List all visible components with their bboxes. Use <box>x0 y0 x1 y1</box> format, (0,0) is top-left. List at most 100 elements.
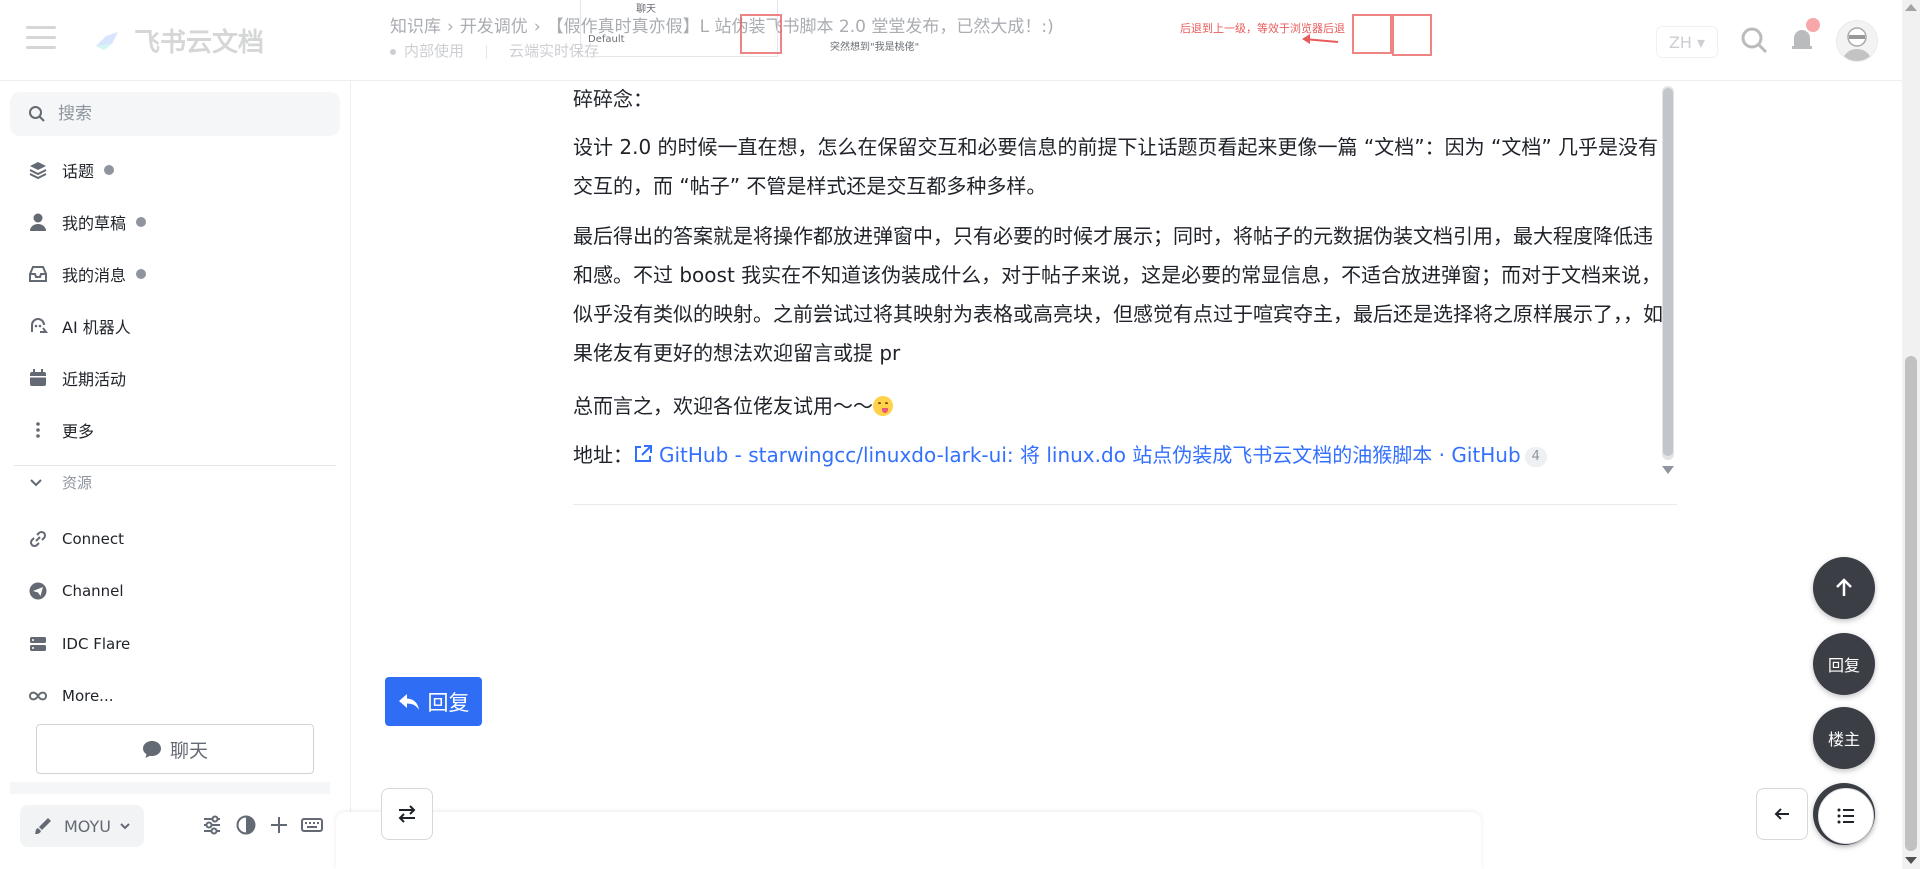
link-click-count: 4 <box>1524 447 1547 467</box>
post-scroll-down-icon[interactable] <box>1662 466 1674 474</box>
fab-op-label: 楼主 <box>1827 730 1860 749</box>
scroll-top-button[interactable] <box>1813 557 1875 619</box>
sidebar-item-topics[interactable]: 话题 <box>0 146 340 194</box>
sidebar-divider <box>14 465 336 466</box>
github-link[interactable]: GitHub - starwingcc/linuxdo-lark-ui: 将 l… <box>633 443 1521 467</box>
robot-icon <box>31 318 48 333</box>
link-icon <box>29 530 47 548</box>
back-button[interactable] <box>1756 788 1808 840</box>
post-scrollbar-thumb[interactable] <box>1663 88 1673 456</box>
scroll-up-icon[interactable] <box>1905 4 1917 11</box>
sidebar: 话题 我的草稿 我的消息 AI 机器人 近期活动 更多 资源 Connect C… <box>0 80 351 869</box>
search-box[interactable] <box>10 92 340 136</box>
sidebar-item-recent-activity[interactable]: 近期活动 <box>0 354 340 402</box>
chat-bubble-icon <box>142 741 161 758</box>
unread-dot <box>136 217 147 227</box>
keyboard-icon[interactable] <box>301 814 323 836</box>
post-paragraph: 碎碎念： <box>573 87 653 111</box>
chevron-down-icon <box>120 823 130 830</box>
chat-button[interactable]: 聊天 <box>36 724 314 774</box>
sidebar-item-channel[interactable]: Channel <box>0 567 340 615</box>
brand[interactable]: 飞书云文档 <box>92 22 264 59</box>
toc-button[interactable] <box>1818 788 1874 844</box>
address-label: 地址： <box>573 443 633 467</box>
reply-button[interactable]: 回复 <box>385 677 482 726</box>
infinity-icon <box>28 691 48 701</box>
doc-meta: 内部使用 云端实时保存 <box>390 40 599 61</box>
github-link-text: GitHub - starwingcc/linuxdo-lark-ui: 将 l… <box>659 443 1521 467</box>
chat-button-label: 聊天 <box>169 739 208 762</box>
arrow-up-icon <box>1836 578 1852 596</box>
swap-button[interactable] <box>381 788 433 840</box>
breadcrumb-item[interactable]: 知识库 <box>390 17 441 37</box>
top-header: 飞书云文档 知识库 › 开发调优 › 【假作真时真亦假】L 站伪装飞书脚本 2.0 堂堂… <box>0 0 1902 81</box>
server-icon <box>30 637 46 651</box>
meta-save-status: 云端实时保存 <box>509 42 600 60</box>
scroll-down-icon[interactable] <box>1905 857 1917 864</box>
fab-reply-label: 回复 <box>1827 656 1860 675</box>
brush-icon <box>35 818 51 834</box>
post-divider <box>573 504 1677 505</box>
post-paragraph: 总而言之，欢迎各位佬友试用～～ <box>573 387 893 426</box>
arrow-left-icon <box>1774 808 1789 820</box>
menu-icon[interactable] <box>26 26 56 52</box>
post-link-line: 地址： GitHub - starwingcc/linuxdo-lark-ui: … <box>573 436 1547 475</box>
search-icon[interactable] <box>1738 24 1770 56</box>
theme-label: MOYU <box>64 816 112 836</box>
sidebar-footer-strip <box>10 782 330 794</box>
theme-selector[interactable]: MOYU <box>20 805 144 847</box>
sidebar-item-label: Connect <box>62 530 125 548</box>
bottom-bar <box>336 812 1481 869</box>
swap-arrows-icon <box>398 805 416 823</box>
user-icon <box>30 213 46 231</box>
avatar[interactable] <box>1836 20 1878 62</box>
list-icon <box>1837 808 1854 824</box>
sidebar-item-more-resources[interactable]: More... <box>0 672 340 720</box>
sidebar-item-label: 我的消息 <box>62 266 127 285</box>
sidebar-item-messages[interactable]: 我的消息 <box>0 250 340 298</box>
sidebar-item-more[interactable]: 更多 <box>0 406 340 454</box>
avatar-image-icon <box>1843 27 1871 61</box>
notification-badge <box>1806 18 1820 32</box>
reply-button-label: 回复 <box>427 690 470 715</box>
meta-visibility: 内部使用 <box>404 42 465 60</box>
post-paragraph: 最后得出的答案就是将操作都放进弹窗中，只有必要的时候才展示；同时，将帖子的元数据… <box>573 224 1663 365</box>
sidebar-item-ai-bot[interactable]: AI 机器人 <box>0 302 340 350</box>
sidebar-item-label: 话题 <box>62 162 95 181</box>
reply-arrow-icon <box>398 693 419 710</box>
status-dot <box>390 48 396 55</box>
section-title: 资源 <box>62 474 93 492</box>
sidebar-item-idc-flare[interactable]: IDC Flare <box>0 620 340 668</box>
post-paragraph: 设计 2.0 的时候一直在想，怎么在保留交互和必要信息的前提下让话题页看起来更像… <box>573 135 1659 198</box>
brand-name: 飞书云文档 <box>134 28 265 58</box>
sidebar-item-label: IDC Flare <box>62 635 131 653</box>
more-vertical-icon <box>36 422 40 438</box>
breadcrumb-item[interactable]: 开发调优 <box>460 17 528 37</box>
yum-emoji-icon <box>873 396 893 416</box>
external-link-icon <box>635 445 652 462</box>
contrast-icon[interactable] <box>235 814 257 836</box>
sidebar-item-label: 我的草稿 <box>62 214 127 233</box>
plus-icon[interactable] <box>268 814 290 836</box>
breadcrumb-current: 【假作真时真亦假】L 站伪装飞书脚本 2.0 堂堂发布，已然大成！:) <box>546 17 1054 37</box>
language-button[interactable]: ZH ▾ <box>1656 26 1718 58</box>
sidebar-item-label: 近期活动 <box>62 370 127 389</box>
language-label: ZH <box>1668 32 1692 52</box>
search-icon <box>29 106 45 122</box>
sidebar-item-label: AI 机器人 <box>62 318 131 337</box>
unread-dot <box>104 165 115 175</box>
sidebar-item-drafts[interactable]: 我的草稿 <box>0 198 340 246</box>
sidebar-item-label: More... <box>62 687 114 705</box>
chevron-down-icon <box>30 478 42 486</box>
section-resources-header[interactable]: 资源 <box>28 472 92 493</box>
sidebar-item-label: 更多 <box>62 422 95 441</box>
sliders-icon[interactable] <box>201 814 223 836</box>
search-input[interactable] <box>56 103 320 125</box>
calendar-icon <box>30 369 46 386</box>
sidebar-item-connect[interactable]: Connect <box>0 515 340 563</box>
layers-icon <box>29 162 47 180</box>
fab-op-button[interactable]: 楼主 <box>1813 707 1875 769</box>
window-scrollbar-thumb[interactable] <box>1905 356 1917 851</box>
lark-logo-icon <box>96 31 118 50</box>
fab-reply-button[interactable]: 回复 <box>1813 633 1875 695</box>
